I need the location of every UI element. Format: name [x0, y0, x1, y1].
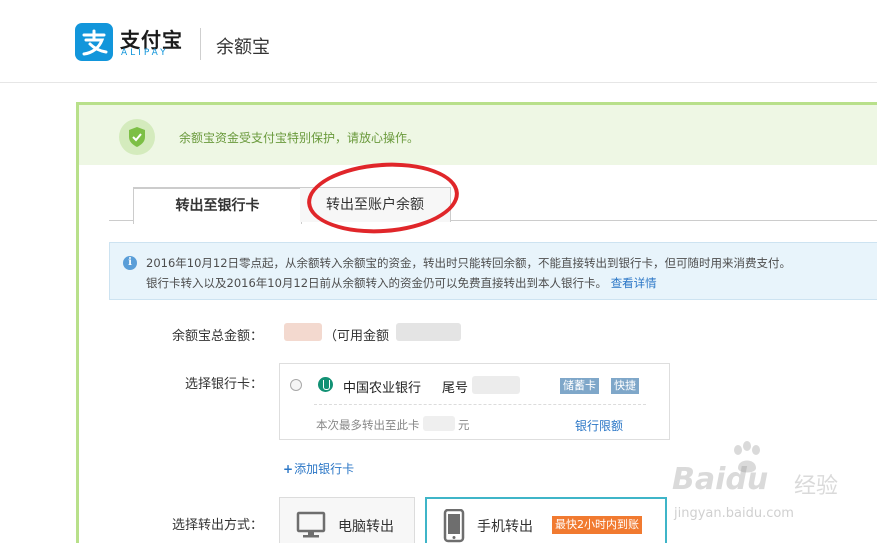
info-icon: i [123, 256, 137, 270]
abc-bank-logo-icon [318, 377, 333, 392]
mobile-phone-icon [443, 509, 465, 543]
shield-icon [119, 119, 155, 155]
fastest-arrival-badge: 最快2小时内到账 [552, 516, 642, 534]
info-line-1: 2016年10月12日零点起，从余额转入余额宝的资金，转出时只能转回余额，不能直… [146, 256, 792, 270]
info-line-2: 银行卡转入以及2016年10月12日前从余额转入的资金仍可以免费直接转出到本人银… [146, 275, 657, 291]
total-amount-redacted [284, 323, 322, 341]
card-tail-redacted [472, 376, 520, 394]
plus-icon: + [283, 462, 294, 476]
info-box: i 2016年10月12日零点起，从余额转入余额宝的资金，转出时只能转回余额，不… [109, 242, 877, 300]
bank-limit-link[interactable]: 银行限额 [575, 417, 623, 434]
pc-transfer-label: 电脑转出 [338, 519, 394, 535]
max-transfer-unit: 元 [458, 418, 470, 432]
header: 支付宝 ALIPAY 余额宝 [0, 0, 877, 83]
pc-transfer-option[interactable]: 电脑转出 [279, 497, 415, 543]
available-amount-redacted [396, 323, 461, 341]
bank-card-divider [314, 404, 646, 405]
alipay-logo-icon[interactable] [75, 23, 113, 61]
debit-card-tag: 储蓄卡 [560, 378, 599, 394]
total-amount-label: 余额宝总金额： [172, 329, 264, 344]
view-details-link[interactable]: 查看详情 [611, 276, 657, 290]
mobile-transfer-label: 手机转出 [477, 519, 533, 535]
protection-notice: 余额宝资金受支付宝特别保护，请放心操作。 [79, 105, 877, 165]
page: 支付宝 ALIPAY 余额宝 余额宝资金受支付宝特别保护，请放心操作。 转出至银… [0, 0, 877, 543]
tab-to-bank-card[interactable]: 转出至银行卡 [133, 187, 302, 224]
card-tail-label: 尾号 [442, 381, 469, 396]
header-divider [200, 28, 201, 60]
bank-card-option[interactable]: 中国农业银行 尾号 储蓄卡 快捷 本次最多转出至此卡 元 银行限额 [279, 363, 670, 440]
brand-sub: ALIPAY [121, 48, 169, 58]
available-amount-prefix: （可用金额 [324, 329, 390, 344]
select-bank-card-label: 选择银行卡： [185, 377, 264, 392]
max-transfer-text: 本次最多转出至此卡 [316, 418, 420, 432]
add-bank-card-link[interactable]: +添加银行卡 [283, 460, 354, 477]
quick-pay-tag: 快捷 [611, 378, 639, 394]
bank-card-radio[interactable] [290, 379, 302, 391]
add-bank-card-label: 添加银行卡 [294, 462, 355, 476]
bank-name: 中国农业银行 [343, 381, 422, 396]
computer-icon [296, 511, 326, 538]
page-title: 余额宝 [216, 37, 270, 58]
select-method-label: 选择转出方式： [172, 518, 264, 533]
notice-text: 余额宝资金受支付宝特别保护，请放心操作。 [179, 131, 420, 145]
mobile-transfer-option[interactable]: 手机转出 最快2小时内到账 [425, 497, 667, 543]
info-line-2-text: 银行卡转入以及2016年10月12日前从余额转入的资金仍可以免费直接转出到本人银… [146, 276, 608, 290]
transfer-panel: 余额宝资金受支付宝特别保护，请放心操作。 转出至银行卡 转出至账户余额 i 20… [76, 102, 877, 543]
max-amount-redacted [423, 416, 455, 431]
tab-to-account-balance[interactable]: 转出至账户余额 [300, 187, 451, 222]
